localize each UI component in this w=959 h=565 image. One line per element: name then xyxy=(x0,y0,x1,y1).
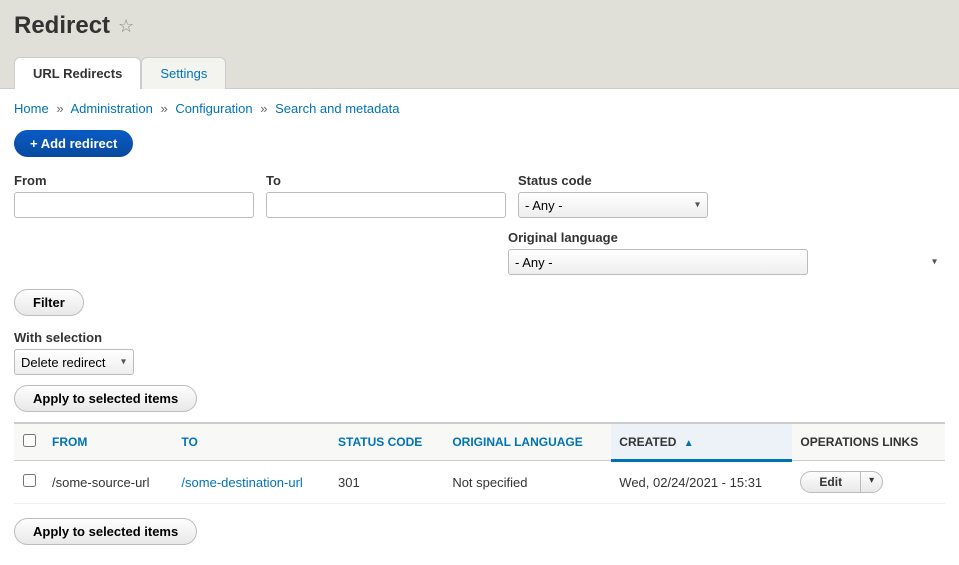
with-selection-select-wrap: Delete redirect xyxy=(14,349,134,375)
row-created: Wed, 02/24/2021 - 15:31 xyxy=(611,461,792,504)
to-input[interactable] xyxy=(266,192,506,218)
select-all-checkbox[interactable] xyxy=(23,434,36,447)
status-label: Status code xyxy=(518,173,708,188)
header-language[interactable]: ORIGINAL LANGUAGE xyxy=(444,423,611,461)
row-status: 301 xyxy=(330,461,444,504)
with-selection-select[interactable]: Delete redirect xyxy=(14,349,134,375)
operations-dropdown: Edit ▾ xyxy=(800,471,883,493)
content: Home » Administration » Configuration » … xyxy=(0,89,959,565)
row-to-link[interactable]: /some-destination-url xyxy=(181,475,302,490)
row-checkbox[interactable] xyxy=(23,474,36,487)
add-redirect-button[interactable]: + Add redirect xyxy=(14,130,133,157)
with-selection-label: With selection xyxy=(14,330,945,345)
apply-selected-top-button[interactable]: Apply to selected items xyxy=(14,385,197,412)
language-select[interactable]: - Any - xyxy=(508,249,808,275)
breadcrumb-sep: » xyxy=(256,101,271,116)
field-from: From xyxy=(14,173,254,218)
breadcrumb-configuration[interactable]: Configuration xyxy=(175,101,252,116)
page-title-wrap: Redirect ☆ xyxy=(14,12,945,40)
breadcrumb: Home » Administration » Configuration » … xyxy=(14,101,945,116)
status-select[interactable]: - Any - xyxy=(518,192,708,218)
status-select-wrap: - Any - xyxy=(518,192,708,218)
header-created-text: CREATED xyxy=(619,435,676,449)
operations-toggle[interactable]: ▾ xyxy=(861,472,882,492)
filter-button[interactable]: Filter xyxy=(14,289,84,316)
tab-url-redirects[interactable]: URL Redirects xyxy=(14,57,141,89)
to-label: To xyxy=(266,173,506,188)
header-to[interactable]: TO xyxy=(173,423,330,461)
row-checkbox-cell xyxy=(14,461,44,504)
header-area: Redirect ☆ URL Redirects Settings xyxy=(0,0,959,89)
language-select-wrap: - Any - xyxy=(508,249,945,275)
tab-settings[interactable]: Settings xyxy=(141,57,226,89)
header-created[interactable]: CREATED ▲ xyxy=(611,423,792,461)
row-language: Not specified xyxy=(444,461,611,504)
header-status[interactable]: STATUS CODE xyxy=(330,423,444,461)
from-label: From xyxy=(14,173,254,188)
row-operations: Edit ▾ xyxy=(792,461,945,504)
breadcrumb-administration[interactable]: Administration xyxy=(70,101,152,116)
field-to: To xyxy=(266,173,506,218)
sort-ascending-icon: ▲ xyxy=(684,438,694,449)
breadcrumb-sep: » xyxy=(52,101,67,116)
breadcrumb-search-metadata[interactable]: Search and metadata xyxy=(275,101,399,116)
from-input[interactable] xyxy=(14,192,254,218)
row-to-cell: /some-destination-url xyxy=(173,461,330,504)
header-from[interactable]: FROM xyxy=(44,423,173,461)
apply-selected-bottom-button[interactable]: Apply to selected items xyxy=(14,518,197,545)
page-title: Redirect xyxy=(14,12,110,40)
breadcrumb-home[interactable]: Home xyxy=(14,101,49,116)
table-header-row: FROM TO STATUS CODE ORIGINAL LANGUAGE CR… xyxy=(14,423,945,461)
header-operations: OPERATIONS LINKS xyxy=(792,423,945,461)
row-from: /some-source-url xyxy=(44,461,173,504)
field-status: Status code - Any - xyxy=(518,173,708,218)
redirects-table: FROM TO STATUS CODE ORIGINAL LANGUAGE CR… xyxy=(14,422,945,504)
field-language: Original language - Any - xyxy=(508,230,945,275)
table-row: /some-source-url /some-destination-url 3… xyxy=(14,461,945,504)
header-checkbox-col xyxy=(14,423,44,461)
filter-row: From To Status code - Any - xyxy=(14,173,945,218)
edit-button[interactable]: Edit xyxy=(801,472,861,492)
tabs: URL Redirects Settings xyxy=(14,56,945,88)
breadcrumb-sep: » xyxy=(156,101,171,116)
language-label: Original language xyxy=(508,230,945,245)
star-icon[interactable]: ☆ xyxy=(118,16,134,37)
